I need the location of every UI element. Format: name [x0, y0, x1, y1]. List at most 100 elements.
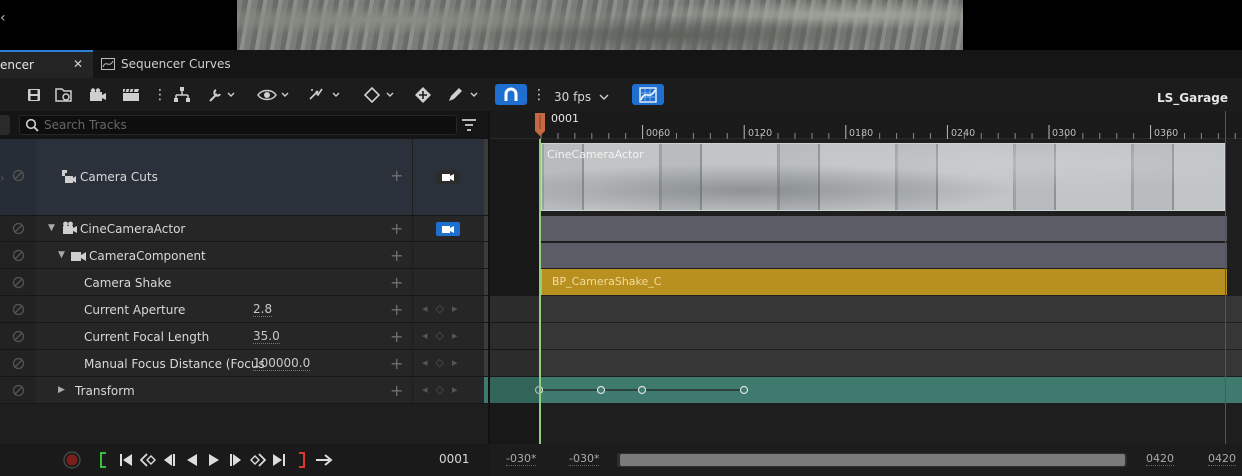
hierarchy-icon[interactable]	[173, 84, 191, 105]
add-icon[interactable]: +	[390, 166, 403, 185]
sequence-name[interactable]: LS_Garage	[1157, 87, 1242, 108]
key-navigation-icon[interactable]: ◂◇▸	[422, 329, 466, 342]
disabled-icon[interactable]	[12, 357, 25, 370]
tab-sequencer-curves[interactable]: Sequencer Curves	[95, 50, 255, 78]
snap-options-icon[interactable]: ⋮	[532, 84, 546, 105]
disabled-icon[interactable]	[12, 169, 25, 182]
track-row-current-focal-length[interactable]: Current Focal Length 35.0 + ◂◇▸	[0, 323, 488, 350]
disabled-icon[interactable]	[12, 249, 25, 262]
track-row-cinecameraactor[interactable]: ▼ CineCameraActor +	[0, 216, 488, 242]
add-icon[interactable]: +	[390, 273, 403, 292]
add-key-icon[interactable]	[414, 84, 432, 105]
add-icon[interactable]: +	[390, 327, 403, 346]
camera-cut-section[interactable]: CineCameraActor	[541, 143, 1225, 211]
lane-current-aperture[interactable]	[490, 296, 1242, 323]
lock-icon[interactable]: ›	[0, 171, 5, 185]
playhead-handle[interactable]	[533, 111, 547, 137]
chevron-left-icon[interactable]: ‹	[0, 10, 6, 26]
value-field[interactable]: 35.0	[253, 330, 280, 344]
track-row-manual-focus-distance[interactable]: Manual Focus Distance (Focus 100000.0 + …	[0, 350, 488, 377]
camera-lock-button[interactable]	[436, 170, 460, 184]
view-end-field[interactable]: 0420	[1208, 452, 1236, 466]
playback-end-field[interactable]: 0420	[1146, 452, 1174, 466]
collapse-icon[interactable]: ▼	[58, 250, 65, 260]
scrollbar[interactable]	[484, 139, 488, 215]
lane-manual-focus-distance[interactable]	[490, 350, 1242, 377]
expand-icon[interactable]: ▶	[58, 385, 65, 395]
current-frame-readout[interactable]: 0001	[439, 452, 470, 466]
disabled-icon[interactable]	[12, 384, 25, 397]
set-start-icon[interactable]	[98, 452, 108, 468]
key-diamond-icon[interactable]	[363, 84, 397, 105]
scrollbar[interactable]	[484, 323, 488, 349]
lane-current-focal-length[interactable]	[490, 323, 1242, 350]
wrench-icon[interactable]	[207, 84, 235, 105]
loop-arrow-icon[interactable]	[315, 452, 333, 468]
camera-icon[interactable]	[89, 84, 107, 105]
curve-editor-icon[interactable]	[632, 84, 664, 105]
value-field[interactable]: 100000.0	[253, 357, 311, 371]
scrollbar[interactable]	[484, 216, 488, 241]
track-row-current-aperture[interactable]: Current Aperture 2.8 + ◂◇▸	[0, 296, 488, 323]
search-input[interactable]	[44, 117, 444, 133]
end-marker[interactable]	[1225, 111, 1226, 444]
add-icon[interactable]: +	[390, 246, 403, 265]
camera-shake-section[interactable]: BP_CameraShake_C	[541, 269, 1227, 295]
value-field[interactable]: 2.8	[253, 303, 273, 317]
tab-sequencer[interactable]: encer ✕	[0, 50, 93, 78]
timeline-scrollbar[interactable]	[617, 453, 1127, 467]
step-forward-icon[interactable]	[229, 452, 243, 468]
scrollbar[interactable]	[484, 377, 488, 403]
disabled-icon[interactable]	[12, 222, 25, 235]
actor-section[interactable]	[541, 216, 1227, 241]
key-navigation-icon[interactable]: ◂◇▸	[422, 302, 466, 315]
record-icon[interactable]	[63, 451, 81, 469]
close-icon[interactable]: ✕	[73, 57, 83, 71]
add-icon[interactable]: +	[390, 354, 403, 373]
scrollbar[interactable]	[484, 296, 488, 322]
auto-key-icon[interactable]	[308, 84, 342, 105]
play-icon[interactable]	[207, 452, 221, 468]
disabled-icon[interactable]	[12, 330, 25, 343]
save-icon[interactable]	[27, 84, 41, 105]
add-icon[interactable]: +	[390, 300, 403, 319]
more-options-icon[interactable]: ⋮	[153, 84, 167, 105]
add-track-button[interactable]	[0, 115, 10, 135]
previous-key-icon[interactable]	[140, 452, 156, 468]
filter-icon[interactable]	[461, 118, 477, 132]
disabled-icon[interactable]	[12, 276, 25, 289]
fps-dropdown[interactable]: 30 fps	[554, 86, 609, 107]
component-section[interactable]	[541, 243, 1227, 268]
render-movie-icon[interactable]	[122, 84, 140, 105]
step-back-icon[interactable]	[162, 452, 176, 468]
find-asset-icon[interactable]	[55, 84, 73, 105]
set-end-icon[interactable]	[297, 452, 307, 468]
collapse-icon[interactable]: ▼	[48, 223, 55, 233]
disabled-icon[interactable]	[12, 303, 25, 316]
key-navigation-icon[interactable]: ◂◇▸	[422, 383, 466, 396]
playhead-line[interactable]	[539, 139, 541, 444]
timeline-area[interactable]: CineCameraActor BP_CameraShake_C	[490, 111, 1242, 444]
playback-start-field[interactable]: -030*	[569, 452, 600, 466]
jump-to-start-icon[interactable]	[119, 452, 133, 468]
scrollbar[interactable]	[484, 269, 488, 295]
jump-to-end-icon[interactable]	[272, 452, 286, 468]
pencil-icon[interactable]	[447, 84, 481, 105]
add-icon[interactable]: +	[390, 381, 403, 400]
camera-cut-button[interactable]	[436, 222, 460, 236]
view-start-field[interactable]: -030*	[506, 452, 537, 466]
time-ruler[interactable]: 0001 0060 0120 0180 0240 0300 0360	[490, 111, 1242, 139]
next-key-icon[interactable]	[250, 452, 266, 468]
scrollbar[interactable]	[484, 242, 488, 268]
track-row-camera-cuts[interactable]: › Camera Cuts +	[0, 139, 488, 216]
track-row-camera-shake[interactable]: Camera Shake +	[0, 269, 488, 296]
scrollbar-thumb[interactable]	[620, 454, 1125, 466]
search-field[interactable]	[19, 115, 457, 135]
play-reverse-icon[interactable]	[185, 452, 199, 468]
snap-magnet-icon[interactable]	[495, 84, 527, 105]
add-icon[interactable]: +	[390, 219, 403, 238]
visibility-icon[interactable]	[257, 84, 291, 105]
track-row-cameracomponent[interactable]: ▼ CameraComponent +	[0, 242, 488, 269]
key-navigation-icon[interactable]: ◂◇▸	[422, 356, 466, 369]
lane-transform[interactable]	[490, 377, 1242, 404]
